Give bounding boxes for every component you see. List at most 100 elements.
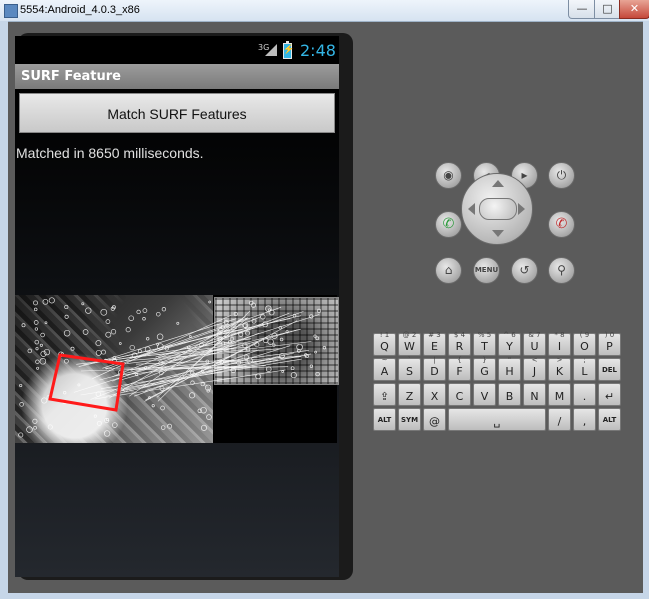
key-r-alt-label: $ 4 xyxy=(453,331,466,339)
key-delete[interactable]: DEL xyxy=(598,358,621,381)
key-j[interactable]: J < xyxy=(523,356,546,381)
keypoint-marker xyxy=(48,297,55,304)
menu-button[interactable]: MENU xyxy=(473,257,500,284)
maximize-button[interactable]: □ xyxy=(594,0,621,19)
dpad-right-arrow-icon[interactable] xyxy=(518,203,525,215)
key-n[interactable]: N xyxy=(523,383,546,406)
keypoint-marker xyxy=(33,307,38,312)
key-sym-label: SYM xyxy=(400,416,419,424)
key-k[interactable]: K > xyxy=(548,356,571,381)
keypoint-marker xyxy=(77,383,81,387)
keypoint-marker xyxy=(64,358,69,364)
key-enter[interactable]: ↵ xyxy=(598,383,621,406)
key-d-alt-label: | xyxy=(433,356,436,364)
key-v[interactable]: V xyxy=(473,383,496,406)
dpad-center-button[interactable] xyxy=(479,198,517,220)
keypoint-marker xyxy=(85,307,92,314)
status-bar: 3G 2:48 xyxy=(15,36,339,64)
key-d[interactable]: D | xyxy=(423,356,446,381)
keypoint-marker xyxy=(35,359,40,364)
dpad-left-arrow-icon[interactable] xyxy=(468,203,475,215)
keypoint-marker xyxy=(296,343,303,351)
key-slash[interactable]: / xyxy=(548,408,571,431)
key-h[interactable]: H " xyxy=(498,356,521,381)
key-alt-right[interactable]: ALT xyxy=(598,408,621,431)
match-lines-overlay xyxy=(18,297,327,438)
keypoint-marker xyxy=(243,323,248,328)
feature-match-image xyxy=(15,295,339,443)
dpad[interactable] xyxy=(461,173,533,245)
keypoint-marker xyxy=(105,319,111,324)
keypoint-marker xyxy=(189,392,196,399)
key-comma[interactable]: , xyxy=(573,408,596,431)
key-period[interactable]: . xyxy=(573,383,596,406)
keypoint-marker xyxy=(290,366,295,371)
key-space-label: ␣ xyxy=(493,415,501,428)
keypoint-marker xyxy=(142,308,148,313)
key-delete-label: DEL xyxy=(601,366,618,374)
keypoint-marker xyxy=(309,364,314,368)
key-g-alt-label: } xyxy=(482,356,487,364)
keypoint-marker xyxy=(96,420,102,426)
keypoint-marker xyxy=(105,331,112,338)
key-g[interactable]: G} xyxy=(473,356,496,381)
key-shift[interactable]: ⇪ xyxy=(373,383,396,406)
device-screen[interactable]: 3G 2:48 SURF Feature Match SURF Features… xyxy=(15,36,339,577)
dpad-down-arrow-icon[interactable] xyxy=(492,230,504,237)
key-j-alt-label: < xyxy=(531,356,538,364)
window-frame-right xyxy=(643,21,649,599)
keypoint-marker xyxy=(313,334,317,338)
window-frame-left xyxy=(0,21,8,599)
minimize-button[interactable]: — xyxy=(568,0,596,19)
key-a[interactable]: A ~ xyxy=(373,356,396,381)
window-frame-bottom xyxy=(0,593,649,599)
key-period-label: . xyxy=(582,390,587,403)
keypoint-marker xyxy=(112,422,118,428)
keypoint-marker xyxy=(167,423,173,429)
key-m-label: M xyxy=(554,390,565,403)
keypoint-marker xyxy=(156,311,161,317)
keypoint-marker xyxy=(33,300,38,306)
keypoint-marker xyxy=(322,346,327,350)
key-b-label: B xyxy=(505,390,514,403)
key-p[interactable]: P) 0 xyxy=(598,331,621,356)
keypoint-marker xyxy=(27,348,33,354)
match-surf-features-button[interactable]: Match SURF Features xyxy=(19,93,335,133)
key-s[interactable]: S ` xyxy=(398,356,421,381)
key-s-alt-label: ` xyxy=(407,356,412,364)
key-z[interactable]: Z xyxy=(398,383,421,406)
key-c[interactable]: C xyxy=(448,383,471,406)
keypoint-marker xyxy=(33,320,39,325)
key-b[interactable]: B xyxy=(498,383,521,406)
search-button[interactable]: ⚲ xyxy=(548,257,575,284)
keypoint-marker xyxy=(129,344,135,351)
close-button[interactable]: ✕ xyxy=(619,0,649,19)
key-l[interactable]: L; xyxy=(573,356,596,381)
keypoint-marker xyxy=(281,370,285,373)
camera-icon: ◉ xyxy=(443,168,454,182)
app-body: Match SURF Features Matched in 8650 mill… xyxy=(15,89,339,577)
match-line xyxy=(105,306,282,370)
home-button[interactable]: ⌂ xyxy=(435,257,462,284)
key-t-alt-label: % 5 xyxy=(477,331,492,339)
camera-button[interactable]: ◉ xyxy=(435,162,462,189)
key-at-label: @ xyxy=(429,415,440,428)
key-alt-left[interactable]: ALT xyxy=(373,408,396,431)
keypoint-marker xyxy=(32,418,38,424)
key-space[interactable]: ␣ xyxy=(448,408,546,431)
dpad-up-arrow-icon[interactable] xyxy=(492,180,504,187)
power-button[interactable]: ⏻ xyxy=(548,162,575,189)
key-w-alt-label: @ 2 xyxy=(402,331,417,339)
key-at[interactable]: @ xyxy=(423,408,446,431)
keypoint-marker xyxy=(136,309,141,315)
key-m[interactable]: M xyxy=(548,383,571,406)
keypoint-marker xyxy=(39,358,47,365)
key-sym[interactable]: SYM xyxy=(398,408,421,431)
back-button[interactable]: ↺ xyxy=(511,257,538,284)
end-call-button[interactable]: ✆ xyxy=(548,211,575,238)
key-f[interactable]: F{ xyxy=(448,356,471,381)
key-n-label: N xyxy=(530,390,539,403)
keypoint-marker xyxy=(206,389,210,393)
key-x[interactable]: X xyxy=(423,383,446,406)
call-button[interactable]: ✆ xyxy=(435,211,462,238)
